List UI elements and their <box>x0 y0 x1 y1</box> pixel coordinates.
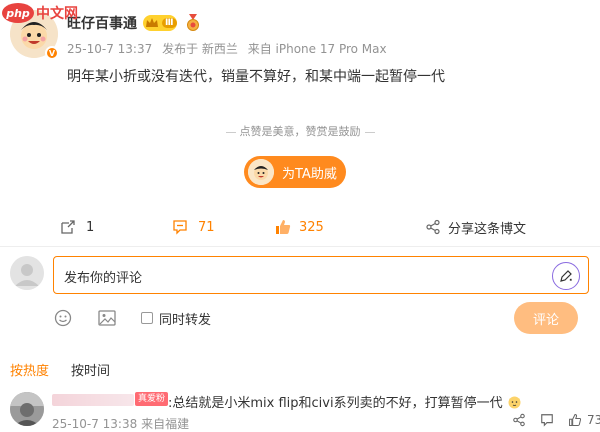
comment-text: :总结就是小米mix flip和civi系列卖的不好，打算暂停一代 <box>168 392 522 411</box>
vip-crown-badge[interactable]: Ⅲ <box>143 15 177 31</box>
site-watermark: php 中文网 <box>2 2 78 24</box>
comment-count: 71 <box>198 219 215 235</box>
verified-badge: V <box>45 46 59 60</box>
pen-icon <box>560 270 572 282</box>
comment-icon[interactable] <box>540 413 554 427</box>
checkbox-box[interactable] <box>141 312 153 324</box>
post-actions: 1 71 325 分享这条博文 <box>0 212 600 242</box>
post-location: 发布于 新西兰 <box>162 42 238 56</box>
current-user-avatar <box>10 256 44 290</box>
reward-button[interactable]: 为TA助威 <box>244 156 346 188</box>
tab-time[interactable]: 按时间 <box>71 360 110 379</box>
comment-meta: 25-10-7 13:38 来自福建 <box>52 415 189 432</box>
crown-icon <box>146 18 158 27</box>
share-icon[interactable] <box>512 413 526 427</box>
repost-count: 1 <box>86 219 95 235</box>
post-meta: 25-10-7 13:37 发布于 新西兰 来自 iPhone 17 Pro M… <box>67 40 393 57</box>
post-body: 明年某小折或没有迭代，销量不算好，和某中端一起暂停一代 <box>67 69 445 85</box>
like-count: 325 <box>299 219 324 235</box>
thumbs-up-icon <box>276 220 291 234</box>
pen-button[interactable] <box>552 262 580 290</box>
share-action[interactable]: 分享这条博文 <box>425 212 526 242</box>
comment-placeholder: 发布你的评论 <box>64 271 143 286</box>
reward-hint-text: 点赞是美意，赞赏是鼓励 <box>239 125 361 138</box>
comment-icon <box>173 220 187 235</box>
comment-sort-tabs: 按热度 按时间 <box>10 360 132 379</box>
comment-action[interactable]: 71 <box>172 212 215 242</box>
watermark-text: 中文网 <box>36 6 78 22</box>
share-label: 分享这条博文 <box>448 221 527 237</box>
section-divider <box>0 246 600 247</box>
commenter-avatar[interactable] <box>10 392 44 426</box>
repost-checkbox[interactable]: 同时转发 <box>141 309 211 328</box>
level-label: Ⅲ <box>162 18 177 28</box>
comment-input[interactable]: 发布你的评论 <box>53 256 589 294</box>
comment-actions: 73 <box>512 413 600 427</box>
emoji-icon[interactable] <box>53 308 73 328</box>
comment-time: 25-10-7 13:38 <box>52 417 138 431</box>
thumbs-up-icon[interactable] <box>568 413 582 427</box>
submit-comment-button[interactable]: 评论 <box>514 302 578 334</box>
fan-badge: 真爱粉 <box>135 392 169 406</box>
post-device: 来自 iPhone 17 Pro Max <box>247 42 387 56</box>
comment-location: 来自福建 <box>141 417 190 431</box>
post-time[interactable]: 25-10-7 13:37 <box>67 42 152 56</box>
like-action[interactable]: 325 <box>274 212 324 242</box>
comment-like-count: 73 <box>587 413 600 427</box>
share-icon <box>426 219 440 235</box>
reward-avatar <box>248 159 274 185</box>
repost-icon <box>61 220 75 234</box>
comment-body: :总结就是小米mix flip和civi系列卖的不好，打算暂停一代 <box>168 396 503 411</box>
commenter-name-redacted[interactable] <box>52 394 134 406</box>
medal-icon[interactable] <box>186 14 200 36</box>
composer-tools: 同时转发 <box>53 306 211 330</box>
cat-emoji-icon <box>508 396 521 409</box>
reward-hint: 点赞是美意，赞赏是鼓励 <box>0 123 600 139</box>
image-icon[interactable] <box>97 308 117 328</box>
tab-hot[interactable]: 按热度 <box>10 360 49 379</box>
repost-checkbox-label: 同时转发 <box>159 312 212 328</box>
reward-button-label: 为TA助威 <box>282 166 337 182</box>
repost-action[interactable]: 1 <box>60 212 94 242</box>
watermark-logo: php <box>2 3 34 23</box>
